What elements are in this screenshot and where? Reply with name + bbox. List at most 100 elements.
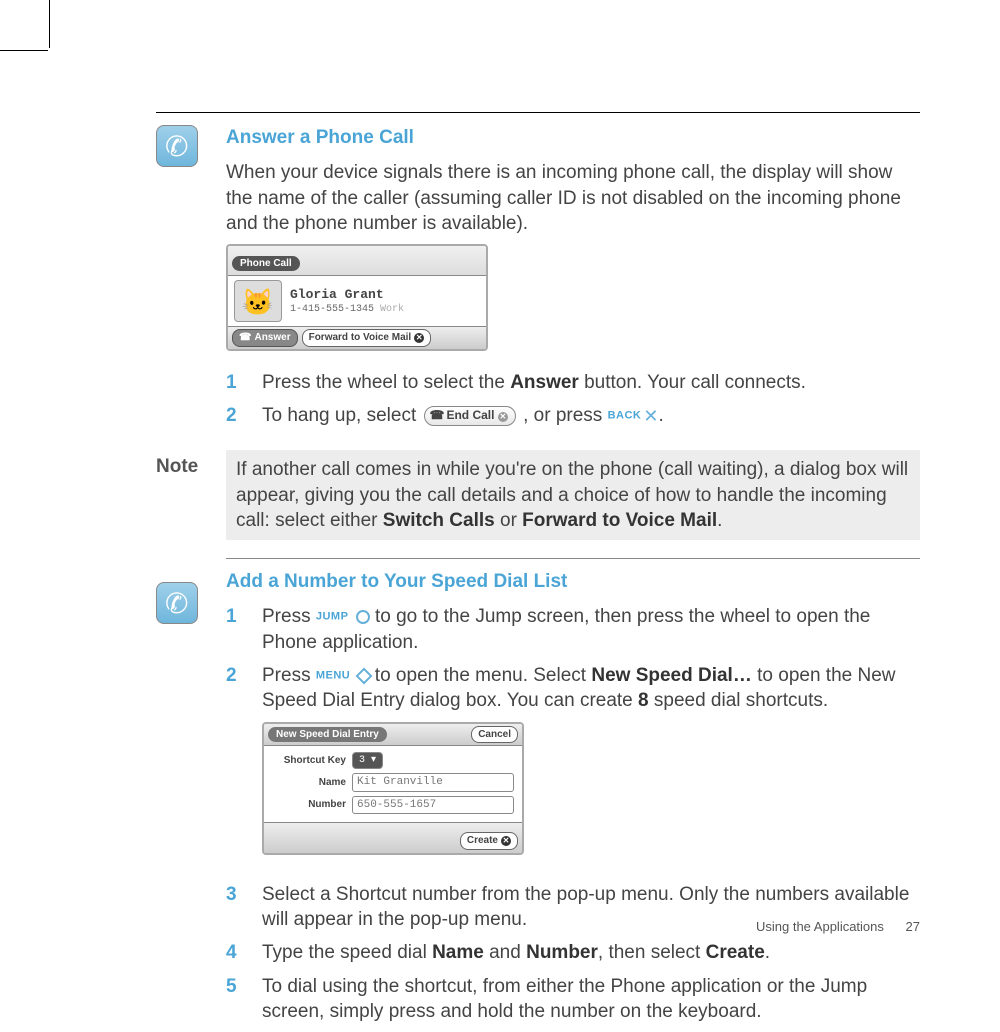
shot-answer-label: Answer <box>254 331 290 344</box>
steps-list-2: 1 Press JUMP to go to the Jump screen, t… <box>226 604 920 1024</box>
step-number: 3 <box>226 882 262 933</box>
t: or <box>495 510 522 531</box>
bold-answer: Answer <box>510 372 579 393</box>
crop-mark-horizontal <box>0 50 48 51</box>
bold-new-speed-dial: New Speed Dial… <box>591 665 752 686</box>
note-block: Note If another call comes in while you'… <box>156 450 920 540</box>
t: Press <box>262 665 316 686</box>
shot-answer-button: ☎ Answer <box>232 329 298 346</box>
t: to go to the Jump screen, then press the… <box>262 606 870 652</box>
caller-number: 1-415-555-1345 <box>290 304 374 315</box>
phone-hangup-icon: ☎ <box>430 408 445 424</box>
screenshot-incoming-call: Phone Call 🐱 Gloria Grant 1-415-555-1345… <box>226 244 488 351</box>
crop-mark-vertical <box>49 0 50 48</box>
sd-create-label: Create <box>467 834 498 847</box>
close-icon: ✕ <box>501 836 511 846</box>
sd-create-button: Create ✕ <box>460 832 518 849</box>
caller-name: Gloria Grant <box>290 286 404 303</box>
sd-shortcut-selector: 3▾ <box>352 752 383 769</box>
step-text: Type the speed dial Name and Number, the… <box>262 940 920 965</box>
end-call-label: End Call <box>446 408 494 422</box>
sd-key-value: 3 <box>359 754 365 767</box>
jump-keyword: JUMP <box>316 611 349 623</box>
note-body: If another call comes in while you're on… <box>226 450 920 540</box>
phone-app-icon <box>156 125 198 167</box>
step-number: 4 <box>226 940 262 965</box>
step-1: 1 Press JUMP to go to the Jump screen, t… <box>226 604 920 655</box>
sd-label-number: Number <box>272 798 352 811</box>
page-number: 27 <box>906 919 920 934</box>
bold-forward-vm: Forward to Voice Mail <box>522 510 717 531</box>
t: to open the menu. Select <box>370 665 592 686</box>
icon-column <box>156 558 226 1032</box>
step-4: 4 Type the speed dial Name and Number, t… <box>226 940 920 965</box>
step-number: 2 <box>226 403 262 428</box>
shot-tab-label: Phone Call <box>232 256 300 271</box>
sd-row-number: Number 650-555-1657 <box>272 796 514 815</box>
sd-label-name: Name <box>272 776 352 789</box>
screenshot-speed-dial-entry: New Speed Dial Entry Cancel Shortcut Key… <box>262 722 524 855</box>
t: . <box>717 510 722 531</box>
step-text: Press the wheel to select the Answer but… <box>262 370 920 395</box>
heading-speed-dial: Add a Number to Your Speed Dial List <box>226 569 920 594</box>
back-x-icon: ✕ <box>643 405 658 429</box>
sd-title-label: New Speed Dial Entry <box>268 727 387 742</box>
sd-titlebar: New Speed Dial Entry Cancel <box>264 724 522 746</box>
sd-row-name: Name Kit Granville <box>272 773 514 792</box>
rule-top <box>156 112 920 113</box>
t: speed dial shortcuts. <box>649 690 829 711</box>
step-text: Press JUMP to go to the Jump screen, the… <box>262 604 920 655</box>
icon-column <box>156 125 226 436</box>
shot-body: 🐱 Gloria Grant 1-415-555-1345 Work <box>228 276 486 326</box>
step-1: 1 Press the wheel to select the Answer b… <box>226 370 920 395</box>
sd-name-input: Kit Granville <box>352 773 514 792</box>
page-content: Answer a Phone Call When your device sig… <box>156 112 920 1032</box>
bold-switch-calls: Switch Calls <box>383 510 495 531</box>
t: and <box>484 942 526 963</box>
page-footer: Using the Applications 27 <box>756 919 920 934</box>
shot-forward-label: Forward to Voice Mail <box>309 331 412 344</box>
end-call-button: ☎End Call ✕ <box>424 406 516 426</box>
step-number: 1 <box>226 370 262 395</box>
steps-list-1: 1 Press the wheel to select the Answer b… <box>226 370 920 429</box>
heading-answer-call: Answer a Phone Call <box>226 125 920 150</box>
step-number: 1 <box>226 604 262 655</box>
t: . <box>765 942 770 963</box>
step-text: Press MENU to open the menu. Select New … <box>262 663 920 874</box>
bold-create: Create <box>706 942 765 963</box>
back-keyword: BACK <box>608 410 642 422</box>
sd-row-key: Shortcut Key 3▾ <box>272 752 514 769</box>
t: , then select <box>598 942 706 963</box>
step-text: To dial using the shortcut, from either … <box>262 974 920 1025</box>
step-2: 2 To hang up, select ☎End Call ✕ , or pr… <box>226 403 920 428</box>
menu-keyword: MENU <box>316 670 350 682</box>
step-number: 2 <box>226 663 262 874</box>
caller-info: Gloria Grant 1-415-555-1345 Work <box>290 286 404 317</box>
step-number: 5 <box>226 974 262 1025</box>
close-icon: ✕ <box>498 412 508 422</box>
intro-paragraph: When your device signals there is an inc… <box>226 160 920 236</box>
t: To hang up, select <box>262 405 422 426</box>
caller-number-row: 1-415-555-1345 Work <box>290 303 404 316</box>
step-text: To hang up, select ☎End Call ✕ , or pres… <box>262 403 920 428</box>
note-label: Note <box>156 450 226 540</box>
section-body: Add a Number to Your Speed Dial List 1 P… <box>226 558 920 1032</box>
caller-tag: Work <box>380 304 404 315</box>
updown-arrows-icon: ▾ <box>371 754 376 767</box>
shot-titlebar: Phone Call <box>228 246 486 276</box>
section-body: Answer a Phone Call When your device sig… <box>226 125 920 436</box>
t: . <box>658 405 663 426</box>
footer-section: Using the Applications <box>756 919 884 934</box>
sd-number-input: 650-555-1657 <box>352 796 514 815</box>
section-answer-call: Answer a Phone Call When your device sig… <box>156 125 920 436</box>
t: Press <box>262 606 316 627</box>
t: Type the speed dial <box>262 942 432 963</box>
rule-sub <box>226 558 920 559</box>
bold-number: Number <box>526 942 598 963</box>
close-icon: ✕ <box>414 333 424 343</box>
caller-avatar-icon: 🐱 <box>234 280 282 322</box>
sd-label-shortcut: Shortcut Key <box>272 754 352 767</box>
sd-button-bar: Create ✕ <box>264 822 522 852</box>
bold-name: Name <box>432 942 484 963</box>
sd-body: Shortcut Key 3▾ Name Kit Granville Numbe… <box>264 746 522 823</box>
